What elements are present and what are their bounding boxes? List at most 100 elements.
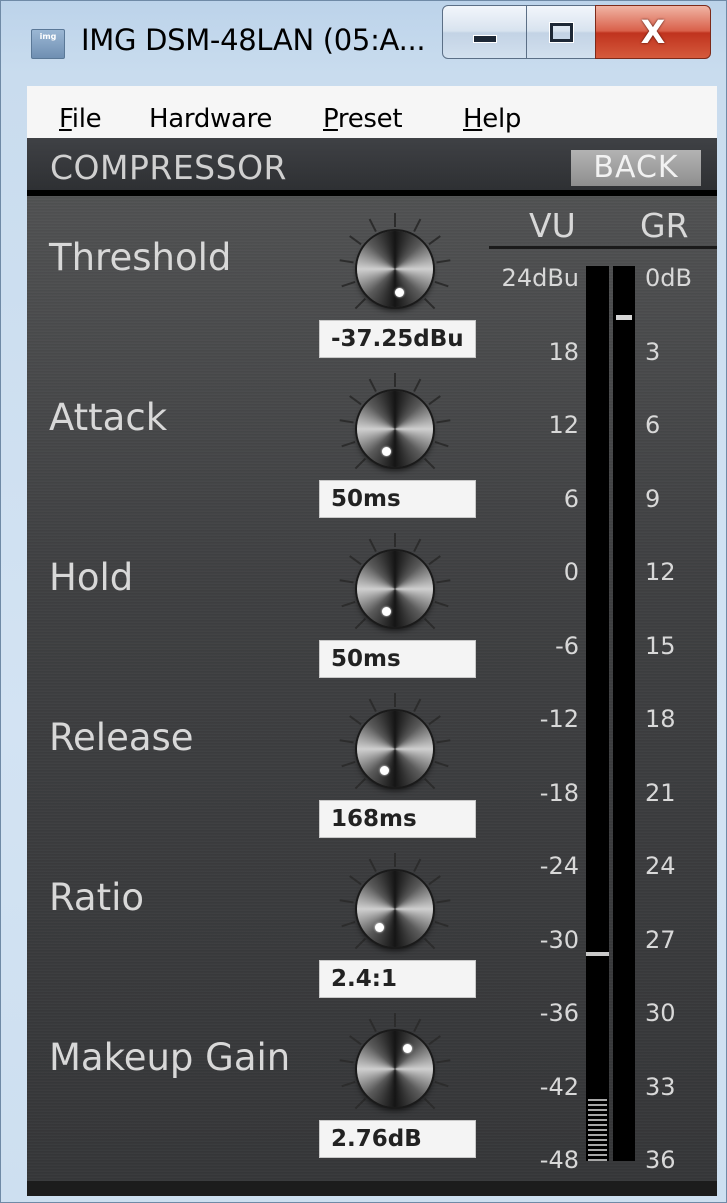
maximize-button[interactable] bbox=[526, 5, 596, 59]
vu-meter-bar bbox=[586, 266, 609, 1161]
knob-tick bbox=[423, 297, 436, 310]
hold-knob[interactable] bbox=[357, 551, 433, 627]
meter-header-divider bbox=[489, 246, 717, 249]
menu-bar: File Hardware Preset Help bbox=[27, 86, 717, 138]
vu-scale-label: 0 bbox=[563, 558, 579, 586]
knob-tick bbox=[354, 1097, 367, 1110]
ratio-knob-indicator bbox=[375, 922, 385, 932]
knob-tick bbox=[436, 899, 451, 904]
page-header: COMPRESSOR BACK bbox=[27, 138, 717, 190]
gr-scale-label: 30 bbox=[645, 999, 676, 1027]
knob-tick bbox=[368, 218, 377, 233]
hold-knob-assembly bbox=[330, 524, 460, 654]
release-value-field[interactable]: 168ms bbox=[319, 800, 476, 838]
gr-scale-label: 0dB bbox=[645, 264, 692, 292]
gr-scale-label: 21 bbox=[645, 778, 676, 807]
menu-file-label: ile bbox=[71, 104, 102, 134]
vu-floor-segments bbox=[588, 1099, 607, 1161]
vu-scale-label: -42 bbox=[539, 1072, 579, 1101]
ratio-label: Ratio bbox=[49, 876, 144, 919]
knob-tick bbox=[428, 395, 441, 406]
knob-tick bbox=[368, 1018, 377, 1033]
knob-tick bbox=[349, 555, 362, 566]
vu-scale-label: -6 bbox=[555, 631, 579, 660]
knob-tick bbox=[354, 457, 367, 470]
knob-tick bbox=[341, 1081, 356, 1088]
release-knob-indicator bbox=[380, 766, 390, 776]
knob-tick bbox=[413, 538, 422, 553]
application-window: img IMG DSM-48LAN (05:A... X File Hardwa… bbox=[0, 0, 727, 1203]
vu-scale-label: -18 bbox=[539, 778, 579, 807]
knob-tick bbox=[341, 601, 356, 608]
makeup-gain-value-field[interactable]: 2.76dB bbox=[319, 1120, 476, 1158]
menu-preset-label: reset bbox=[337, 104, 403, 134]
release-knob-assembly bbox=[330, 684, 460, 814]
knob-tick bbox=[349, 395, 362, 406]
knob-tick bbox=[368, 698, 377, 713]
menu-preset[interactable]: Preset bbox=[323, 104, 403, 134]
knob-tick bbox=[436, 739, 451, 744]
close-button[interactable]: X bbox=[595, 5, 711, 59]
page-title: COMPRESSOR bbox=[50, 148, 287, 187]
knob-tick bbox=[423, 937, 436, 950]
release-knob[interactable] bbox=[357, 711, 433, 787]
gr-scale-label: 15 bbox=[645, 631, 676, 660]
knob-tick bbox=[354, 617, 367, 630]
knob-tick bbox=[339, 579, 354, 584]
ratio-value-field[interactable]: 2.4:1 bbox=[319, 960, 476, 998]
ratio-knob-assembly bbox=[330, 844, 460, 974]
back-button[interactable]: BACK bbox=[571, 150, 701, 186]
knob-tick bbox=[434, 1081, 449, 1088]
gr-scale-label: 12 bbox=[645, 558, 676, 586]
gr-scale-label: 9 bbox=[645, 484, 661, 513]
makeup-gain-knob[interactable] bbox=[357, 1031, 433, 1107]
knob-tick bbox=[436, 1059, 451, 1064]
gr-scale-label: 33 bbox=[645, 1072, 676, 1101]
knob-tick bbox=[423, 457, 436, 470]
knob-tick bbox=[423, 777, 436, 790]
minimize-button[interactable] bbox=[442, 5, 527, 59]
knob-tick bbox=[436, 579, 451, 584]
knob-tick bbox=[413, 858, 422, 873]
knob-tick bbox=[368, 378, 377, 393]
gr-level-marker bbox=[616, 314, 632, 320]
title-bar[interactable]: img IMG DSM-48LAN (05:A... X bbox=[1, 1, 727, 85]
knob-tick bbox=[341, 921, 356, 928]
knob-tick bbox=[341, 281, 356, 288]
knob-tick bbox=[428, 555, 441, 566]
knob-tick bbox=[434, 441, 449, 448]
vu-scale-label: 6 bbox=[563, 484, 579, 513]
hold-knob-indicator bbox=[382, 607, 392, 617]
menu-help-label: elp bbox=[482, 104, 522, 134]
attack-knob-indicator bbox=[382, 447, 392, 457]
threshold-knob-indicator bbox=[394, 288, 404, 298]
gr-meter-bar bbox=[613, 266, 635, 1161]
knob-tick bbox=[428, 875, 441, 886]
gr-meter-title: GR bbox=[640, 206, 689, 245]
knob-tick bbox=[339, 259, 354, 264]
gr-scale-label: 24 bbox=[645, 852, 676, 880]
menu-file[interactable]: File bbox=[59, 104, 102, 134]
menu-help[interactable]: Help bbox=[463, 104, 521, 134]
knob-tick bbox=[349, 715, 362, 726]
maximize-icon bbox=[549, 22, 573, 42]
ratio-knob[interactable] bbox=[357, 871, 433, 947]
gr-scale-label: 6 bbox=[645, 411, 661, 439]
vu-scale-label: 24dBu bbox=[501, 264, 579, 292]
vu-level-marker bbox=[586, 951, 609, 956]
minimize-icon bbox=[472, 35, 497, 43]
knob-tick bbox=[436, 419, 451, 424]
threshold-value-field[interactable]: -37.25dBu bbox=[319, 320, 476, 358]
vu-scale-label: -48 bbox=[539, 1146, 579, 1174]
gr-scale-label: 3 bbox=[645, 337, 661, 366]
gr-scale-label: 18 bbox=[645, 705, 676, 733]
hold-value-field[interactable]: 50ms bbox=[319, 640, 476, 678]
vu-scale-label: 12 bbox=[548, 411, 579, 439]
attack-value-field[interactable]: 50ms bbox=[319, 480, 476, 518]
menu-hardware[interactable]: Hardware bbox=[149, 104, 272, 134]
window-title: IMG DSM-48LAN (05:A... bbox=[81, 23, 426, 57]
vu-meter-title: VU bbox=[529, 206, 576, 245]
knob-tick bbox=[349, 875, 362, 886]
threshold-knob[interactable] bbox=[357, 231, 433, 307]
attack-knob[interactable] bbox=[357, 391, 433, 467]
